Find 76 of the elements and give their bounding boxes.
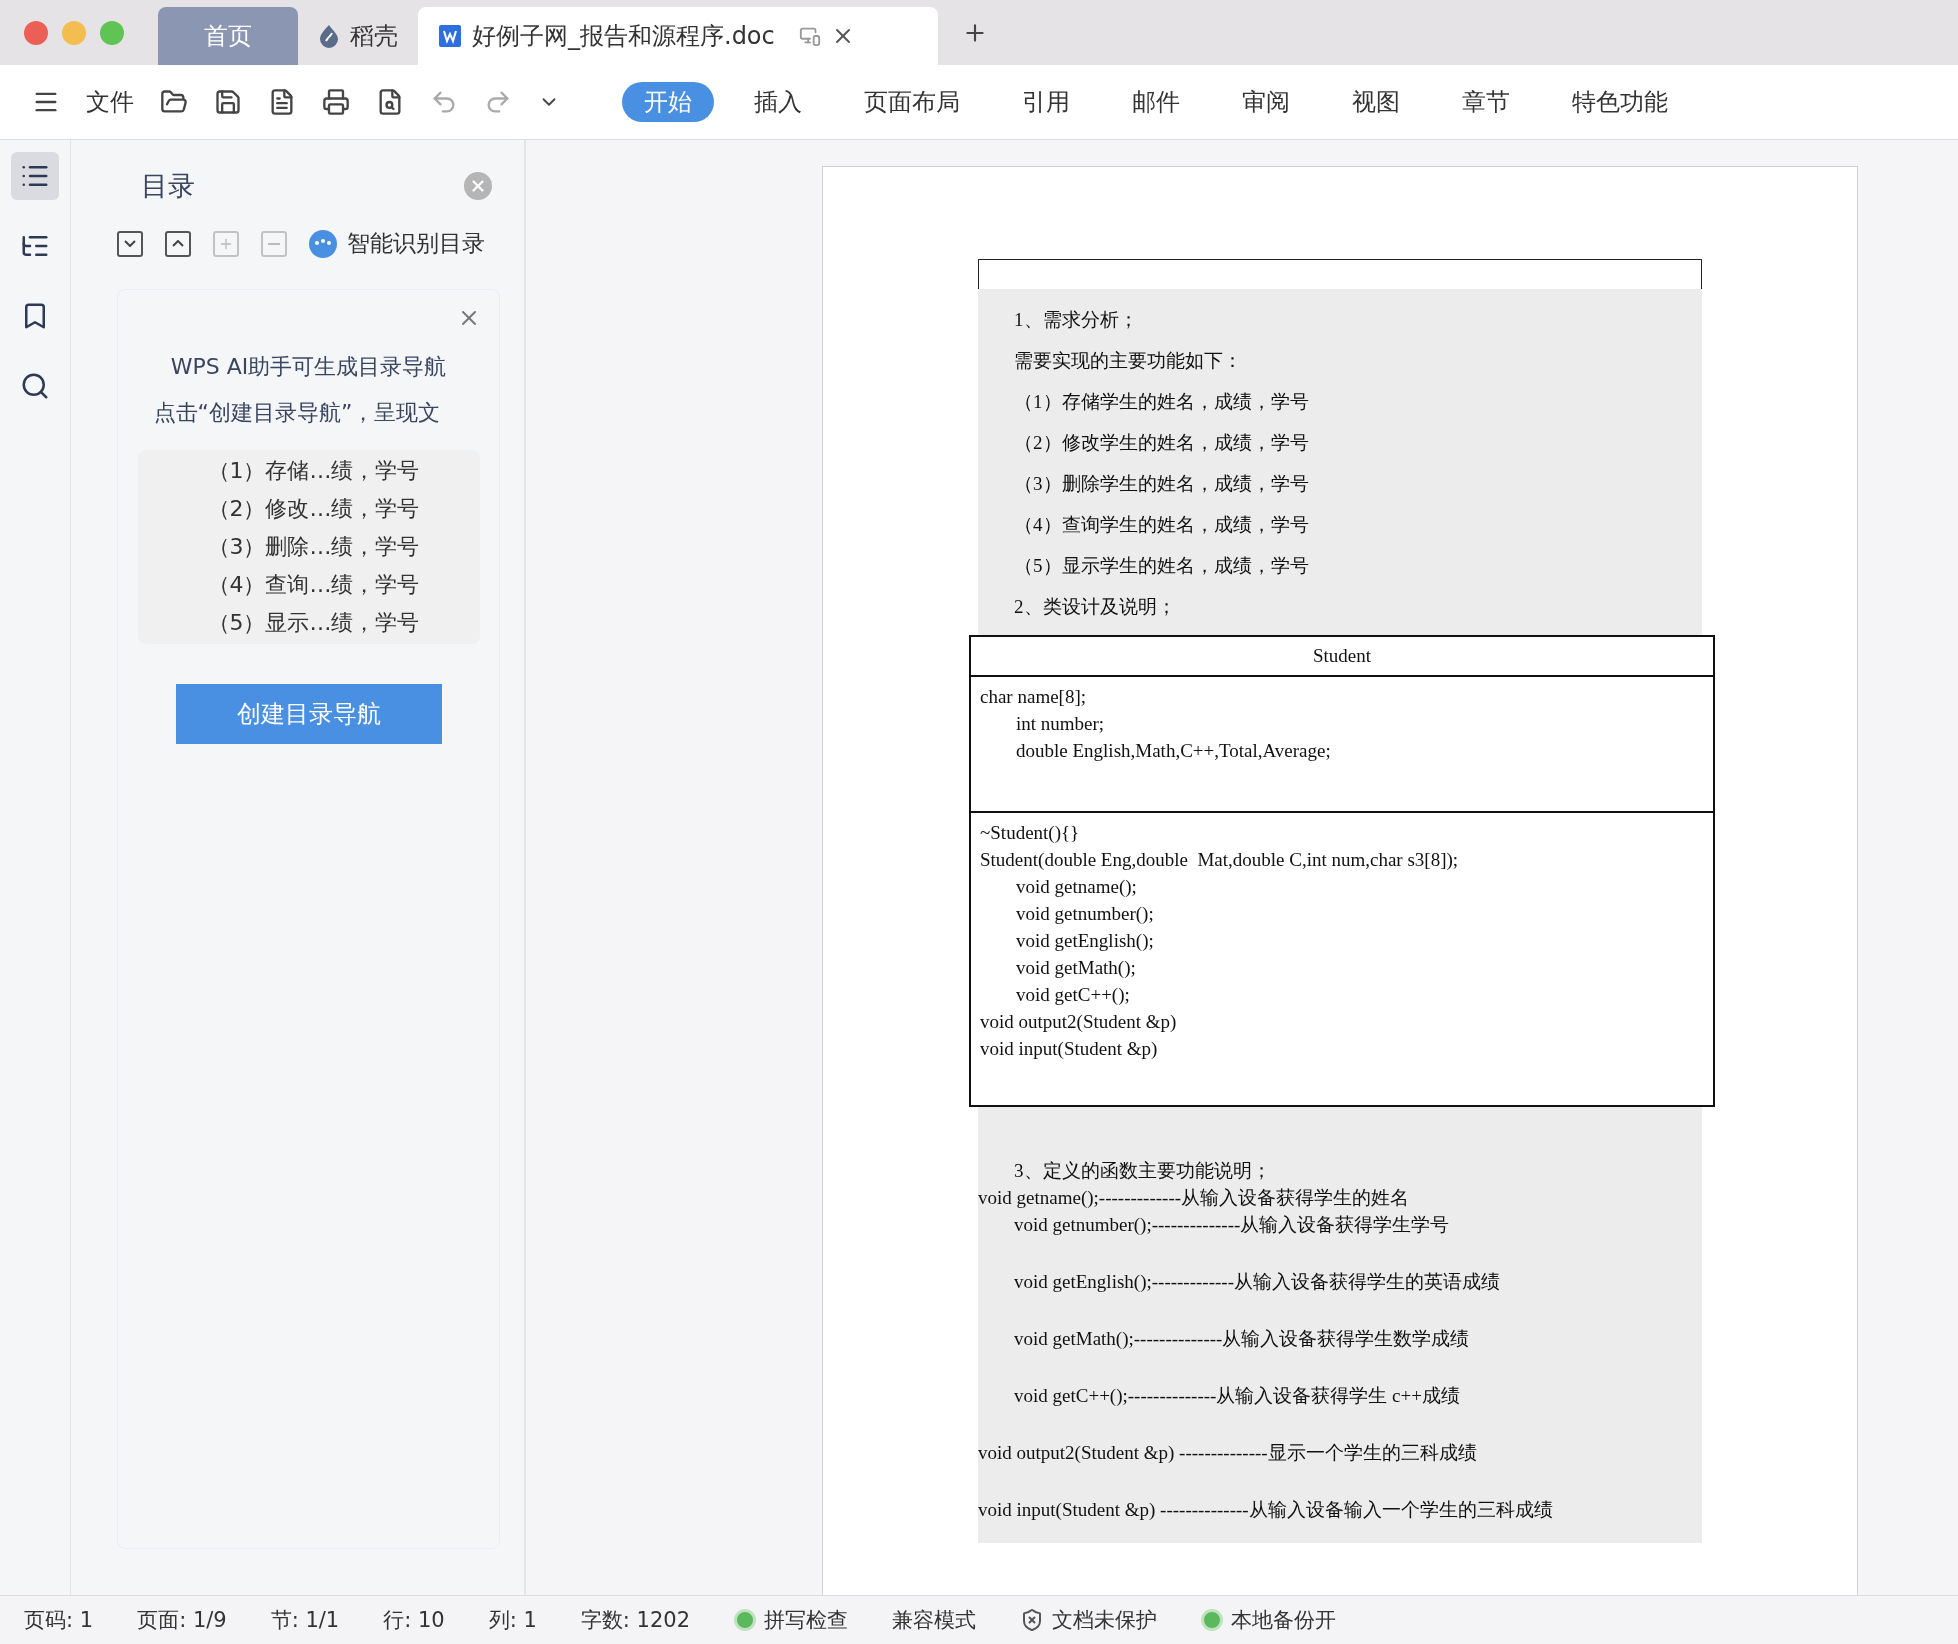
search-icon [20, 371, 50, 401]
document-line: char name[8]; [980, 685, 1088, 709]
document-line: （5）显示学生的姓名，成绩，学号 [1013, 554, 1310, 578]
expand-button[interactable] [117, 230, 143, 257]
document-line: Student(double Eng,double Mat,double C,int num,char s3[8]); [980, 848, 1460, 872]
card-description: 点击“创建目录导航”，呈现文 [153, 399, 442, 427]
smart-toc-button[interactable]: 智能识别目录 [309, 228, 485, 259]
ribbon-tab[interactable]: 审阅 [1220, 82, 1312, 122]
minus-icon [268, 242, 280, 245]
document-line: void getMath();--------------从输入设备获得学生数学成绩 [1013, 1327, 1471, 1351]
file-menu[interactable]: 文件 [82, 86, 138, 118]
status-text: 兼容模式 [892, 1607, 977, 1634]
status-dot-icon [1201, 1609, 1224, 1631]
document-line: （2）修改学生的姓名，成绩，学号 [1013, 431, 1310, 455]
chevron-down-icon [124, 240, 136, 247]
document-line: （3）删除学生的姓名，成绩，学号 [1013, 472, 1310, 496]
document-line: void input(Student &p) [980, 1037, 1159, 1061]
document-line: void getMath(); [1015, 956, 1137, 980]
toc-preview-item: （2）修改…绩，学号 [207, 495, 420, 523]
status-text: 页码: 1 [24, 1607, 94, 1634]
status-text: 页面: 1/9 [137, 1607, 227, 1634]
collapse-button[interactable] [165, 230, 191, 257]
status-text: 文档未保护 [1052, 1607, 1158, 1634]
document-line: double English,Math,C++,Total,Average; [1015, 739, 1332, 763]
ribbon-tab[interactable]: 引用 [1000, 82, 1092, 122]
document-line: int number; [1015, 712, 1106, 736]
document-line: 需要实现的主要功能如下： [1013, 349, 1243, 373]
close-window-button[interactable] [24, 20, 48, 45]
status-text: 行: 10 [383, 1607, 445, 1634]
document-icon [438, 24, 462, 48]
app-tab[interactable]: 稻壳 [298, 7, 418, 65]
document-line: void getC++();--------------从输入设备获得学生 c++成绩 [1013, 1384, 1461, 1408]
document-line: （4）查询学生的姓名，成绩，学号 [1013, 513, 1310, 537]
chevron-up-icon [172, 240, 184, 247]
document-line: void output2(Student &p) --------------显示一个学生的三科成绩 [978, 1441, 1478, 1465]
ribbon-tab[interactable]: 邮件 [1110, 82, 1202, 122]
toc-preview-item: （3）删除…绩，学号 [207, 533, 420, 561]
document-line: void getnumber();--------------从输入设备获得学生学号 [1013, 1213, 1451, 1237]
toc-panel-button[interactable] [11, 152, 59, 200]
document-line: 3、定义的函数主要功能说明； [1013, 1159, 1272, 1183]
document-line: void getEnglish();-------------从输入设备获得学生的英语成绩 [1013, 1270, 1501, 1294]
monitor-icon[interactable] [798, 25, 821, 47]
card-headline: WPS AI助手可生成目录导航 [170, 353, 447, 381]
document-line: 2、类设计及说明； [1013, 595, 1177, 619]
toc-preview-item: （1）存储…绩，学号 [207, 457, 420, 485]
status-text: 节: 1/1 [270, 1607, 340, 1634]
document-line: ~Student(){} [980, 821, 1081, 845]
ribbon-tab[interactable]: 视图 [1330, 82, 1422, 122]
document-line: void getname();-------------从输入设备获得学生的姓名 [978, 1186, 1411, 1210]
document-line: （1）存储学生的姓名，成绩，学号 [1013, 390, 1310, 414]
close-icon [469, 177, 487, 195]
document-line: void output2(Student &p) [980, 1010, 1178, 1034]
status-dot-icon [734, 1609, 757, 1631]
ai-assistant-icon [309, 229, 337, 258]
document-line: 1、需求分析； [1013, 308, 1139, 332]
document-line: void getC++(); [1015, 983, 1131, 1007]
document-line: void getnumber(); [1015, 902, 1155, 926]
document-line: void getEnglish(); [1015, 929, 1155, 953]
ribbon-tab[interactable]: 特色功能 [1550, 82, 1690, 122]
status-text: 列: 1 [488, 1607, 537, 1634]
save-icon [214, 88, 242, 116]
document-line: void getname(); [1015, 875, 1138, 899]
flame-icon [318, 24, 340, 48]
status-text: 字数: 1202 [580, 1607, 691, 1634]
app-tab[interactable]: 好例子网_报告和源程序.doc [418, 7, 938, 65]
class-name: Student [971, 637, 1713, 677]
panel-title: 目录 [141, 169, 195, 203]
status-text: 拼写检查 [764, 1607, 849, 1634]
toc-preview-item: （5）显示…绩，学号 [207, 609, 420, 637]
toc-preview-item: （4）查询…绩，学号 [207, 571, 420, 599]
printer-icon [322, 88, 350, 116]
status-text: 本地备份开 [1231, 1607, 1337, 1634]
ribbon-tab[interactable]: 章节 [1440, 82, 1532, 122]
ribbon-tab[interactable]: 插入 [732, 82, 824, 122]
document-line: void input(Student &p) --------------从输入设备输入一个学生的三科成绩 [978, 1498, 1554, 1522]
ribbon-tab[interactable]: 页面布局 [842, 82, 982, 122]
